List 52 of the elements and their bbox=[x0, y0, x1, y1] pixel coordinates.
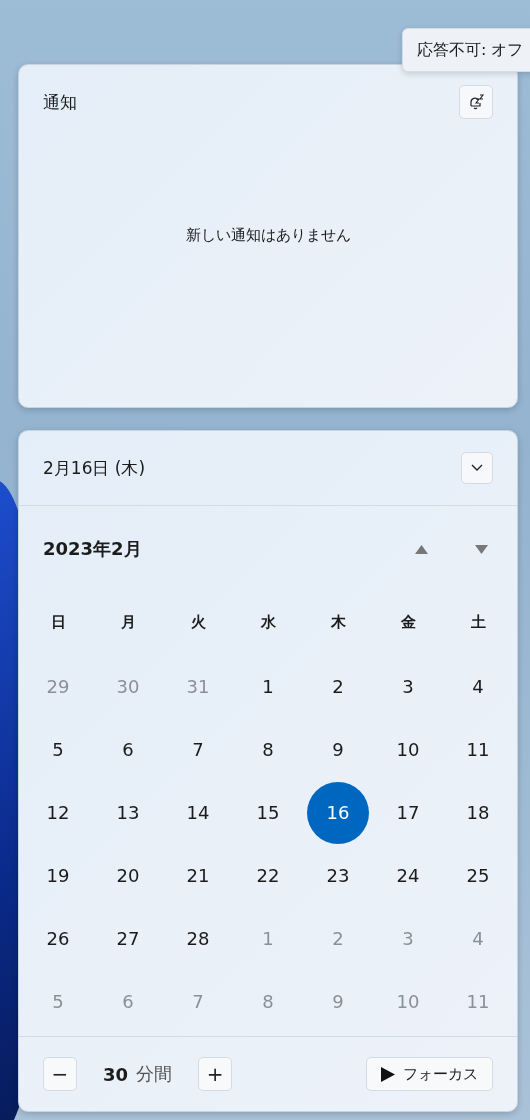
calendar-day[interactable]: 22 bbox=[237, 844, 299, 907]
calendar-day[interactable]: 4 bbox=[447, 655, 509, 718]
calendar-day[interactable]: 6 bbox=[97, 718, 159, 781]
weekday-header: 日 bbox=[50, 612, 66, 632]
calendar-day[interactable]: 28 bbox=[167, 907, 229, 970]
calendar-day[interactable]: 8 bbox=[237, 718, 299, 781]
calendar-day[interactable]: 12 bbox=[27, 781, 89, 844]
calendar-day[interactable]: 7 bbox=[167, 718, 229, 781]
calendar-day[interactable]: 5 bbox=[27, 718, 89, 781]
weekday-header: 土 bbox=[470, 612, 486, 632]
calendar-day[interactable]: 15 bbox=[237, 781, 299, 844]
calendar-day[interactable]: 3 bbox=[377, 655, 439, 718]
calendar-day[interactable]: 26 bbox=[27, 907, 89, 970]
calendar-day[interactable]: 27 bbox=[97, 907, 159, 970]
triangle-up-icon bbox=[414, 544, 428, 554]
weekday-header: 金 bbox=[400, 612, 416, 632]
play-icon bbox=[381, 1066, 395, 1082]
minutes-unit: 分間 bbox=[136, 1062, 173, 1086]
calendar-day[interactable]: 23 bbox=[307, 844, 369, 907]
calendar-day[interactable]: 2 bbox=[307, 655, 369, 718]
month-title: 2023年2月 bbox=[43, 537, 143, 561]
calendar-day[interactable]: 17 bbox=[377, 781, 439, 844]
chevron-down-icon bbox=[471, 464, 483, 472]
decrease-button[interactable]: − bbox=[43, 1057, 77, 1091]
empty-message: 新しい通知はありません bbox=[185, 225, 351, 245]
calendar-day[interactable]: 21 bbox=[167, 844, 229, 907]
focus-button[interactable]: フォーカス bbox=[366, 1057, 493, 1091]
calendar-day[interactable]: 18 bbox=[447, 781, 509, 844]
calendar-day[interactable]: 13 bbox=[97, 781, 159, 844]
bell-snooze-icon bbox=[467, 93, 485, 111]
calendar-day[interactable]: 1 bbox=[237, 655, 299, 718]
weekday-header: 月 bbox=[120, 612, 136, 632]
weekday-header: 水 bbox=[260, 612, 276, 632]
notifications-title: 通知 bbox=[43, 90, 77, 114]
calendar-day[interactable]: 11 bbox=[447, 718, 509, 781]
calendar-day[interactable]: 20 bbox=[97, 844, 159, 907]
calendar-day[interactable]: 9 bbox=[307, 718, 369, 781]
increase-button[interactable]: + bbox=[198, 1057, 233, 1091]
calendar-day[interactable]: 16 bbox=[307, 781, 369, 844]
calendar-day[interactable]: 19 bbox=[27, 844, 89, 907]
do-not-disturb-button[interactable] bbox=[459, 85, 493, 119]
calendar-day[interactable]: 14 bbox=[167, 781, 229, 844]
weekday-header: 火 bbox=[190, 612, 206, 632]
calendar-day[interactable]: 10 bbox=[377, 718, 439, 781]
weekday-header: 木 bbox=[330, 612, 346, 632]
triangle-down-icon bbox=[474, 544, 488, 554]
calendar-day[interactable]: 25 bbox=[447, 844, 509, 907]
minutes-value: 30 bbox=[103, 1063, 129, 1085]
collapse-button[interactable] bbox=[461, 452, 493, 484]
date-label: 2月16日 (木) bbox=[43, 456, 146, 480]
tooltip: 応答不可: オフ bbox=[402, 28, 530, 72]
calendar-day[interactable]: 24 bbox=[377, 844, 439, 907]
